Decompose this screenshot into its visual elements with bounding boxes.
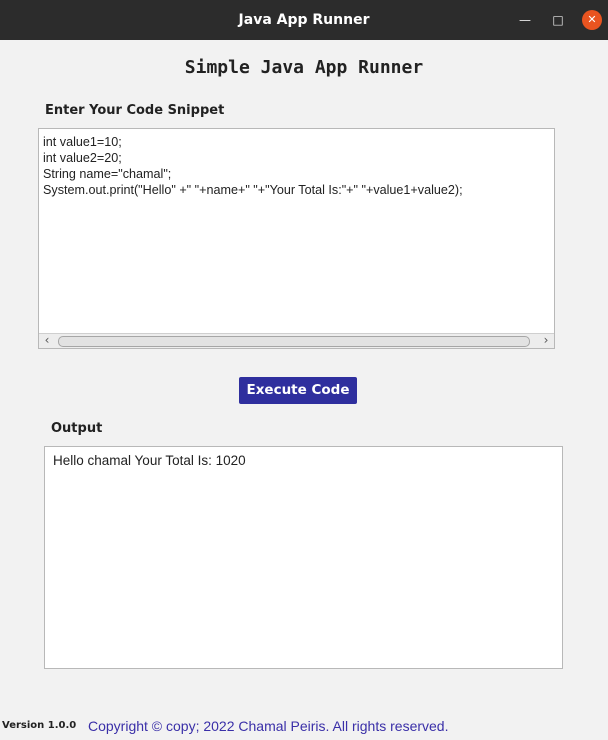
scroll-right-icon[interactable]: › bbox=[538, 334, 554, 348]
window-titlebar: Java App Runner — □ ✕ bbox=[0, 0, 608, 40]
output-label: Output bbox=[51, 421, 103, 436]
minimize-icon[interactable]: — bbox=[515, 10, 535, 30]
scroll-left-icon[interactable]: ‹ bbox=[39, 334, 55, 348]
horizontal-scrollbar[interactable]: ‹ › bbox=[39, 333, 554, 348]
code-snippet-label: Enter Your Code Snippet bbox=[45, 103, 225, 118]
execute-code-button[interactable]: Execute Code bbox=[239, 377, 357, 404]
copyright-text: Copyright © copy; 2022 Chamal Peiris. Al… bbox=[88, 718, 449, 734]
app-heading: Simple Java App Runner bbox=[184, 57, 424, 78]
version-label: Version 1.0.0 bbox=[2, 720, 77, 731]
output-textarea[interactable]: Hello chamal Your Total Is: 1020 bbox=[44, 446, 563, 669]
scrollbar-thumb[interactable] bbox=[58, 336, 530, 347]
close-icon[interactable]: ✕ bbox=[582, 10, 602, 30]
code-snippet-text[interactable]: int value1=10; int value2=20; String nam… bbox=[43, 134, 463, 198]
code-snippet-textarea[interactable]: int value1=10; int value2=20; String nam… bbox=[38, 128, 555, 349]
output-text: Hello chamal Your Total Is: 1020 bbox=[53, 453, 246, 468]
maximize-icon[interactable]: □ bbox=[548, 10, 568, 30]
